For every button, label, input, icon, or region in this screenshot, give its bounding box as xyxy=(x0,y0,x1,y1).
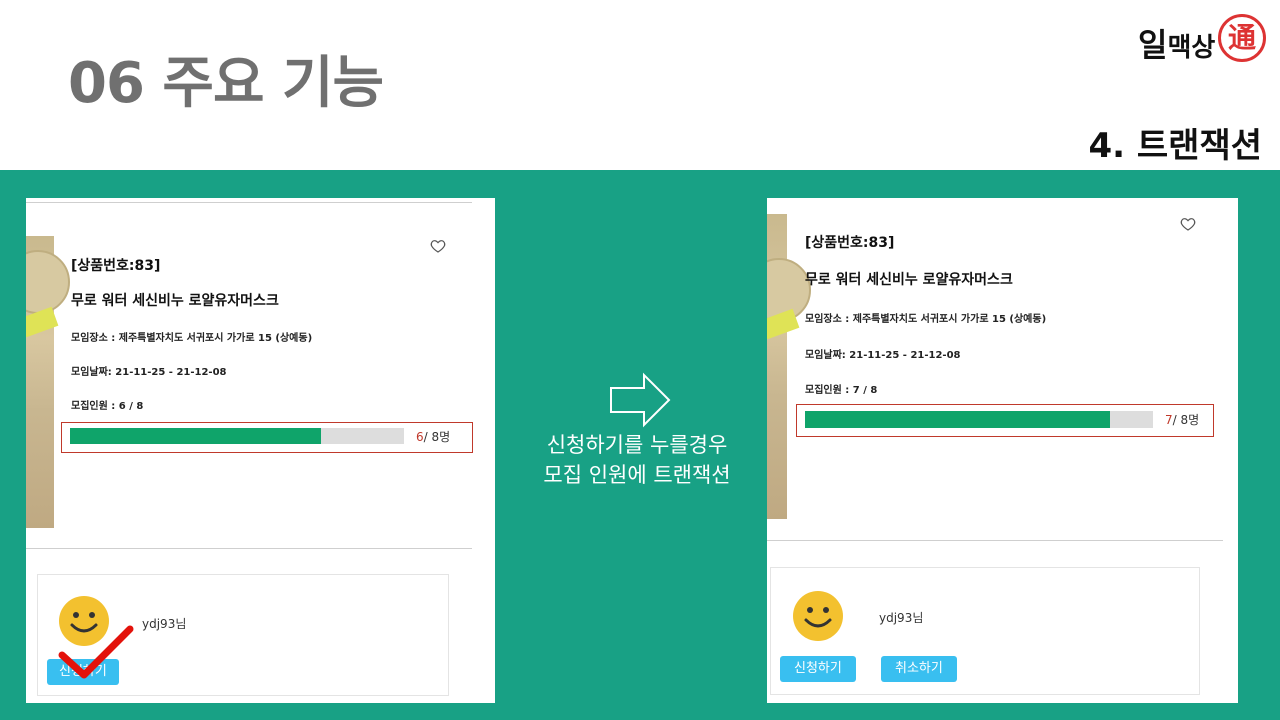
caption-line-1: 신청하기를 누를경우 xyxy=(546,433,728,457)
meeting-location: 모임장소 : 제주특별자치도 서귀포시 가가로 15 (상예동) xyxy=(805,314,1047,325)
recruit-count: 모집인원 : 7 / 8 xyxy=(805,385,878,396)
transition-caption: 신청하기를 누를경우 모집 인원에 트랜잭션 xyxy=(512,430,762,490)
product-thumbnail[interactable] xyxy=(26,236,70,528)
company-logo: 일맥상 通 xyxy=(1138,14,1266,64)
logo-text-rest: 맥상 xyxy=(1167,33,1216,63)
apply-button[interactable]: 신청하기 xyxy=(780,656,856,682)
cancel-button[interactable]: 취소하기 xyxy=(881,656,957,682)
recruit-progress-highlight: 7/ 8명 xyxy=(796,404,1214,437)
username: ydj93님 xyxy=(142,617,187,631)
recruit-progress-label: 6/ 8명 xyxy=(416,428,450,445)
product-card-before: [상품번호:83] 무로 워터 세신비누 로얄유자머스크 모임장소 : 제주특별… xyxy=(26,198,495,703)
heart-icon[interactable] xyxy=(1180,216,1196,232)
meeting-location: 모임장소 : 제주특별자치도 서귀포시 가가로 15 (상예동) xyxy=(71,333,313,344)
recruit-progress-fill xyxy=(70,428,321,444)
progress-current: 7 xyxy=(1165,413,1173,427)
recruit-progress-bar xyxy=(70,428,404,444)
meeting-dates: 모임날짜: 21-11-25 - 21-12-08 xyxy=(71,367,227,378)
thumbnail-bowl xyxy=(26,250,70,314)
mid-divider xyxy=(26,548,472,549)
heart-icon[interactable] xyxy=(430,238,446,254)
user-panel: ydj93님 신청하기 xyxy=(37,574,449,696)
recruit-progress-label: 7/ 8명 xyxy=(1165,411,1199,428)
mid-divider xyxy=(767,540,1223,541)
product-id: [상품번호:83] xyxy=(805,235,895,251)
avatar xyxy=(792,590,844,642)
product-name: 무로 워터 세신비누 로얄유자머스크 xyxy=(71,293,279,309)
product-name: 무로 워터 세신비누 로얄유자머스크 xyxy=(805,272,1013,288)
recruit-count: 모집인원 : 6 / 8 xyxy=(71,401,144,412)
caption-line-2: 모집 인원에 트랜잭션 xyxy=(543,463,731,487)
progress-current: 6 xyxy=(416,430,424,444)
red-checkmark-icon xyxy=(52,625,138,681)
logo-text: 일맥상 xyxy=(1138,20,1215,66)
product-card-after: [상품번호:83] 무로 워터 세신비누 로얄유자머스크 모임장소 : 제주특별… xyxy=(767,198,1238,703)
arrow-right-icon xyxy=(608,372,672,428)
progress-total: / 8명 xyxy=(423,430,451,444)
logo-text-big: 일 xyxy=(1138,26,1168,64)
slide-title: 06 주요 기능 xyxy=(68,51,384,116)
user-panel: ydj93님 신청하기 취소하기 xyxy=(770,567,1200,695)
section-label: 4. 트랜잭션 xyxy=(1088,126,1262,166)
progress-total: / 8명 xyxy=(1172,413,1200,427)
logo-seal: 通 xyxy=(1218,14,1266,62)
meeting-dates: 모임날짜: 21-11-25 - 21-12-08 xyxy=(805,350,961,361)
recruit-progress-highlight: 6/ 8명 xyxy=(61,422,473,453)
top-divider xyxy=(26,202,472,203)
recruit-progress-bar xyxy=(805,411,1153,428)
product-id: [상품번호:83] xyxy=(71,258,161,274)
recruit-progress-fill xyxy=(805,411,1110,428)
username: ydj93님 xyxy=(879,611,924,625)
product-thumbnail[interactable] xyxy=(767,214,811,519)
